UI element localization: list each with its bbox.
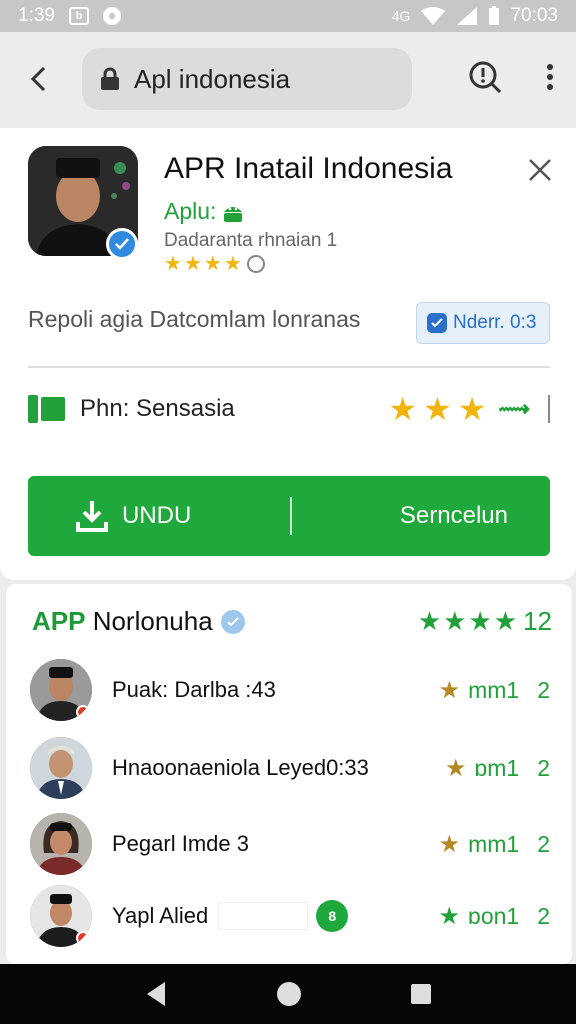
url-text: Apl indonesia xyxy=(134,63,291,94)
recents-nav-icon[interactable] xyxy=(409,982,433,1006)
secondary-action[interactable]: Serncelun xyxy=(292,502,550,530)
reviewer-name: Hnaoonaeniola Leyed0:33 xyxy=(112,755,369,780)
info-badge-icon[interactable]: 8 xyxy=(316,900,349,932)
star-icon: ★ xyxy=(417,606,442,636)
app-title: APR Inatail Indonesia xyxy=(164,152,453,185)
app-detail-card: APR Inatail Indonesia Aplu: Dadaranta rh… xyxy=(0,128,576,580)
close-button[interactable] xyxy=(526,156,554,184)
app-description: Repoli agia Datcomlam lonranas xyxy=(28,306,361,332)
verified-icon xyxy=(220,609,245,634)
review-row[interactable]: Yapl Alied 8 ★ ɒon1 2 xyxy=(30,884,550,948)
developer-name[interactable]: Dadaranta rhnaian 1 xyxy=(164,230,337,252)
status-clock-right: 70:03 xyxy=(510,5,558,26)
avatar xyxy=(30,813,92,875)
app-rating: ★ ★ ★ ★ xyxy=(164,254,265,274)
review-meta: ★ mm1 2 xyxy=(438,676,550,704)
review-row[interactable]: Pegarl Imde 3 ★ mm1 2 xyxy=(30,812,550,876)
status-time: 1:39 xyxy=(18,5,55,26)
close-icon xyxy=(529,159,551,181)
address-bar[interactable]: Apl indonesia xyxy=(82,48,412,110)
review-row[interactable]: Hnaoonaeniola Leyed0:33 ★ ɒm1 2 xyxy=(30,736,550,800)
shield-check-icon xyxy=(427,313,447,333)
avatar-badge xyxy=(76,705,90,719)
download-icon xyxy=(76,501,108,532)
reviews-card: APP Norlonuha ★ ★ ★ ★ 12 Puak: Darlba :43 ★… xyxy=(6,584,572,964)
provider-label: Phn: Sensasia xyxy=(80,395,235,422)
reviews-title: APP Norlonuha xyxy=(32,606,213,636)
download-button[interactable]: UNDU Serncelun xyxy=(28,476,550,556)
reviews-header: APP Norlonuha ★ ★ ★ ★ 12 xyxy=(32,606,552,637)
app-subtitle: Aplu: xyxy=(164,198,244,225)
search-button[interactable] xyxy=(468,60,502,99)
badge-label: Nderr. 0:3 xyxy=(453,312,537,333)
wifi-icon xyxy=(421,7,446,25)
star-icon: ★ xyxy=(438,676,461,704)
status-bar: 1:39 b 4G 70:03 xyxy=(0,0,576,32)
review-meta: ★ ɒm1 2 xyxy=(444,754,550,782)
star-icon: ★ xyxy=(423,391,452,427)
blank-chip xyxy=(218,902,309,930)
review-meta: ★ ɒon1 2 xyxy=(438,902,550,930)
provider-row: Phn: Sensasia ★ ★ ★ ⟿ xyxy=(28,392,550,426)
more-options-button[interactable] xyxy=(546,63,554,96)
star-icon: ★ xyxy=(493,606,518,636)
reviewer-name: Puak: Darlba :43 xyxy=(112,677,276,702)
reviewer-name: Yapl Alied xyxy=(112,903,209,928)
android-icon xyxy=(224,206,243,222)
avatar xyxy=(30,659,92,721)
tag-icon: ⟿ xyxy=(498,396,530,421)
more-vert-icon xyxy=(547,63,553,90)
star-icon: ★ xyxy=(164,253,182,275)
system-nav-bar xyxy=(0,964,576,1024)
download-label: UNDU xyxy=(122,502,192,529)
score-value: 12 xyxy=(523,606,552,636)
divider xyxy=(28,366,550,368)
star-icon: ★ xyxy=(438,830,461,858)
star-icon: ★ xyxy=(203,253,222,275)
star-icon: ★ xyxy=(388,391,418,427)
home-nav-icon[interactable] xyxy=(275,980,303,1008)
browser-toolbar: Apl indonesia xyxy=(0,32,576,126)
notification-icon: b xyxy=(68,7,89,25)
version-badge[interactable]: Nderr. 0:3 xyxy=(416,302,550,344)
verified-badge-icon xyxy=(106,228,138,260)
provider-icon xyxy=(28,395,66,423)
network-type: 4G xyxy=(391,8,411,24)
back-nav-icon[interactable] xyxy=(143,980,169,1008)
star-icon: ★ xyxy=(438,902,461,930)
review-meta: ★ mm1 2 xyxy=(438,830,550,858)
reviewer-name: Pegarl Imde 3 xyxy=(112,831,249,856)
star-icon: ★ xyxy=(457,391,487,427)
back-arrow-icon xyxy=(30,66,46,92)
star-icon: ★ xyxy=(223,253,242,275)
provider-rating: ★ ★ ★ ⟿ xyxy=(388,393,550,425)
reviews-score: ★ ★ ★ ★ 12 xyxy=(418,606,552,637)
globe-icon xyxy=(246,255,265,273)
search-icon xyxy=(469,61,502,93)
star-icon: ★ xyxy=(468,606,492,636)
review-row[interactable]: Puak: Darlba :43 ★ mm1 2 xyxy=(30,658,550,722)
signal-icon xyxy=(457,7,478,25)
avatar xyxy=(30,737,92,799)
avatar xyxy=(30,885,92,947)
battery-icon xyxy=(489,6,500,25)
star-icon: ★ xyxy=(443,606,467,636)
back-button[interactable] xyxy=(24,65,52,93)
lock-icon xyxy=(101,67,119,90)
star-icon: ★ xyxy=(444,754,467,782)
star-icon: ★ xyxy=(183,253,202,275)
record-icon xyxy=(102,7,121,25)
divider xyxy=(548,395,550,423)
avatar-badge xyxy=(76,931,90,945)
